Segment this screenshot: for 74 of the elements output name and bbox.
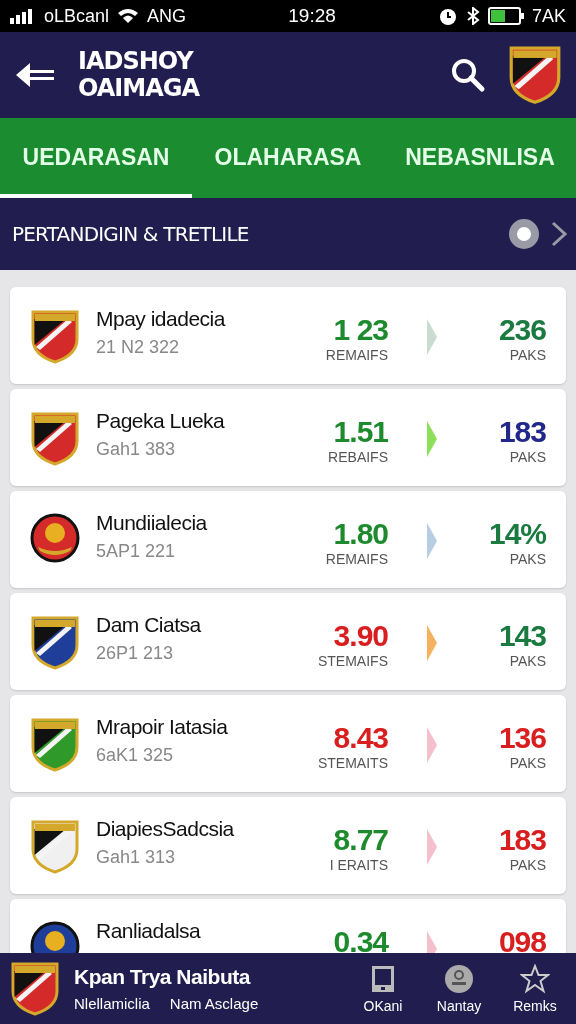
club-subtitle: Nlellamiclia [74, 995, 150, 1012]
wifi-icon [117, 8, 140, 24]
match-code: 6aK1 325 [96, 745, 175, 766]
odds-label: STEMAITS [318, 755, 388, 771]
club-crest-icon [508, 45, 562, 105]
team-name: Pageka Lueka [96, 409, 226, 433]
points-value: 236 [498, 313, 546, 347]
match-card[interactable]: Dam Ciatsa 26P1 213 3.90 STEMAIFS 143 PAKS [10, 593, 566, 690]
tab[interactable]: NEBASNLISA [384, 118, 576, 198]
nav-item[interactable]: Nantay [428, 963, 490, 1014]
match-code: 5AP1 221 [96, 541, 177, 562]
odds-label: STEMAIFS [318, 653, 388, 669]
app-title: IADSHOY [78, 48, 195, 75]
match-card[interactable]: DiapiesSadcsia Gah1 313 8.77 I ERAITS 183 PAKS [10, 797, 566, 894]
chevron-right-icon[interactable] [550, 220, 568, 248]
odds-value: 8.43 [333, 721, 388, 755]
match-code: 26P1 213 [96, 643, 175, 664]
odds-label: REMAIFS [325, 551, 388, 567]
person-icon [444, 963, 474, 994]
points-value: 098 [498, 925, 546, 953]
bluetooth-icon [465, 7, 480, 25]
match-code: 21 N2 322 [96, 337, 181, 358]
points-value: 143 [498, 619, 546, 653]
match-code: Gah1 383 [96, 439, 177, 460]
battery-icon [487, 7, 524, 25]
points-value: 183 [498, 823, 546, 857]
points-label: PAKS [509, 755, 546, 771]
team-name: Mundiialecia [96, 511, 208, 535]
team-name: DiapiesSadcsia [96, 817, 235, 841]
app-title: OAIMAGA [78, 75, 199, 102]
club-crest-icon [10, 961, 60, 1016]
odds-value: 0.34 [333, 925, 388, 953]
search-button[interactable] [450, 57, 486, 93]
nav-item[interactable]: OKani [352, 963, 414, 1014]
odds-label: I ERAITS [329, 857, 388, 873]
team-name: Dam Ciatsa [96, 613, 202, 637]
points-label: PAKS [509, 449, 546, 465]
points-label: PAKS [509, 653, 546, 669]
team-name: Mpay idadecia [96, 307, 227, 331]
match-code: Gah1 313 [96, 847, 177, 868]
club-subtitle: Nam Asclage [169, 995, 259, 1012]
match-card[interactable]: Mpay idadecia 21 N2 322 1 23 REMAIFS 236 PAKS [10, 287, 566, 384]
points-label: PAKS [509, 857, 546, 873]
team-name: Ranliadalsa [96, 919, 202, 943]
network-label: ANG [147, 5, 187, 27]
club-name: Kpan Trya Naibuta [74, 965, 252, 989]
points-label: PAKS [509, 347, 546, 363]
clock-time: 19:28 [288, 5, 336, 27]
star-icon [520, 963, 550, 994]
carrier-name: oLBcanl [44, 5, 110, 27]
match-card[interactable]: Pageka Lueka Gah1 383 1.51 REBAIFS 183 PAKS [10, 389, 566, 486]
points-label: PAKS [509, 551, 546, 567]
odds-value: 3.90 [333, 619, 388, 653]
back-button[interactable] [14, 60, 56, 90]
odds-value: 1.51 [333, 415, 388, 449]
tab[interactable]: OLAHARASA [192, 118, 384, 198]
odds-value: 1.80 [333, 517, 388, 551]
points-value: 14% [488, 517, 546, 551]
alarm-icon [437, 6, 458, 26]
nav-item[interactable]: Remks [504, 963, 566, 1014]
toggle-icon[interactable] [508, 218, 540, 250]
team-name: Mrapoir Iatasia [96, 715, 229, 739]
tablet-icon [370, 963, 396, 994]
battery-label: 7AK [531, 5, 566, 27]
match-card[interactable]: Ranliadalsa 0.34 098 [10, 899, 566, 953]
odds-label: REMAIFS [325, 347, 388, 363]
points-value: 136 [498, 721, 546, 755]
match-card[interactable]: Mrapoir Iatasia 6aK1 325 8.43 STEMAITS 136 PAKS [10, 695, 566, 792]
section-title: PERTANDIGIN & TRETLILE [12, 222, 250, 246]
odds-value: 8.77 [333, 823, 388, 857]
odds-label: REBAIFS [328, 449, 388, 465]
match-card[interactable]: Mundiialecia 5AP1 221 1.80 REMAIFS 14% PAKS [10, 491, 566, 588]
odds-value: 1 23 [333, 313, 388, 347]
points-value: 183 [498, 415, 546, 449]
